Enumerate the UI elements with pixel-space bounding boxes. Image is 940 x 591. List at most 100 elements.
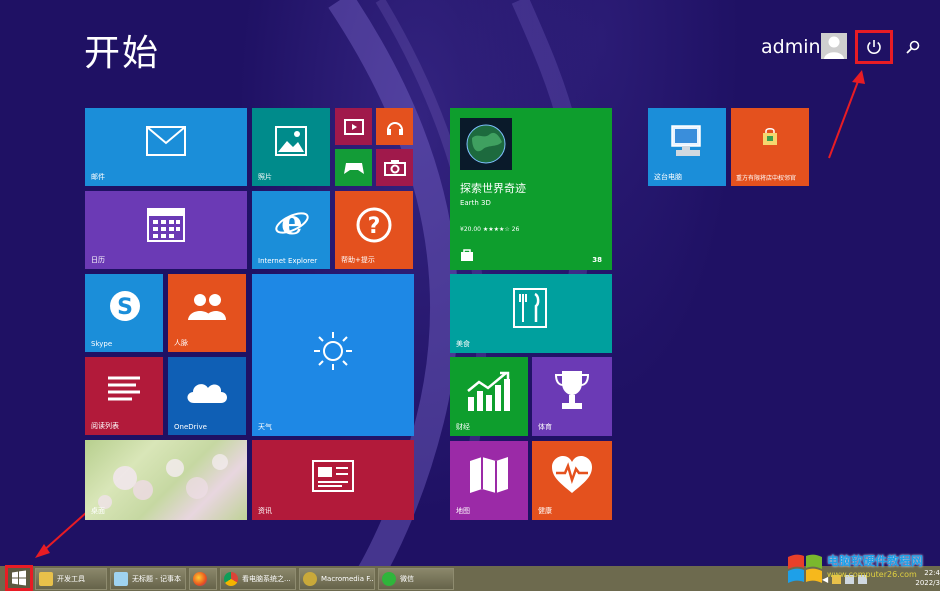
tile-label: 人脉 — [174, 339, 188, 347]
taskbar-item-firefox[interactable] — [189, 568, 217, 590]
internet-explorer-icon: e — [275, 205, 309, 241]
firefox-icon — [193, 572, 207, 586]
desktop-wallpaper-image — [98, 454, 228, 509]
svg-text:S: S — [117, 295, 133, 320]
windows-logo-icon — [12, 570, 26, 586]
macromedia-icon — [303, 572, 317, 586]
power-button[interactable] — [855, 30, 893, 64]
taskbar-item-label: 无标题 - 记事本 — [132, 575, 181, 583]
taskbar-item-dev-tools[interactable]: 开发工具 — [35, 568, 107, 590]
tile-sports[interactable]: 体育 — [532, 357, 612, 436]
taskbar-item-label: 看电脑系统之... — [242, 575, 291, 583]
tile-label: 照片 — [258, 173, 272, 181]
watermark-windows-logo — [788, 554, 822, 583]
tile-finance[interactable]: 财经 — [450, 357, 528, 436]
svg-text:e: e — [281, 205, 303, 241]
tile-news[interactable]: 资讯 — [252, 440, 414, 520]
tile-label: 日历 — [91, 256, 105, 264]
heart-icon — [552, 456, 592, 493]
help-icon: ? — [356, 207, 392, 243]
tile-label: 体育 — [538, 423, 552, 431]
tile-label: 资讯 — [258, 507, 272, 515]
tile-ie[interactable]: e Internet Explorer — [252, 191, 330, 269]
tile-desktop[interactable]: 桌面 — [85, 440, 247, 520]
user-name[interactable]: admin — [761, 36, 821, 58]
tile-games[interactable] — [335, 149, 372, 186]
headphones-icon — [386, 121, 403, 135]
tile-calendar[interactable]: 日历 — [85, 191, 247, 269]
tile-label: 美食 — [456, 340, 470, 348]
camera-icon — [383, 159, 406, 176]
tile-label: 天气 — [258, 423, 272, 431]
tile-food[interactable]: 美食 — [450, 274, 612, 353]
tile-label: 地图 — [456, 507, 470, 515]
tile-people[interactable]: 人脉 — [168, 274, 246, 352]
clock-date: 2022/3 — [915, 579, 940, 587]
tile-label: 邮件 — [91, 173, 105, 181]
tile-label: Skype — [91, 340, 113, 348]
search-icon — [906, 40, 920, 54]
store-icon — [461, 249, 473, 261]
people-icon — [188, 294, 226, 320]
taskbar-item-label: 微信 — [400, 575, 414, 583]
tile-earth3d[interactable]: 探索世界奇迹 Earth 3D ¥20.00 ★★★★☆ 26 38 — [450, 108, 612, 270]
tile-this-pc[interactable]: 这台电脑 — [648, 108, 726, 186]
tile-mail[interactable]: 邮件 — [85, 108, 247, 186]
start-screen: 开始 admin 邮件 照片 日历 e Internet Explorer ? … — [0, 0, 940, 591]
taskbar-item-chrome[interactable]: 看电脑系统之... — [220, 568, 296, 590]
tile-weather[interactable]: 天气 — [252, 274, 414, 436]
clock[interactable]: 22:4 2022/3 — [904, 568, 940, 588]
taskbar-item-notepad[interactable]: 无标题 - 记事本 — [110, 568, 186, 590]
tile-onedrive[interactable]: OneDrive — [168, 357, 246, 435]
svg-text:?: ? — [368, 214, 381, 239]
taskbar-item-label: Macromedia F... — [321, 575, 375, 583]
chrome-icon — [224, 572, 238, 586]
food-icon — [513, 288, 547, 328]
avatar[interactable] — [821, 33, 847, 59]
sun-icon — [314, 332, 352, 370]
mail-icon — [146, 126, 186, 156]
tile-label: 帮助+提示 — [341, 256, 375, 264]
tile-skype[interactable]: S Skype — [85, 274, 163, 352]
watermark-title: 电脑软硬件教程网 — [827, 554, 924, 568]
map-icon — [470, 457, 508, 493]
tile-label: 财经 — [456, 423, 470, 431]
tile-photos[interactable]: 照片 — [252, 108, 330, 186]
tile-camera[interactable] — [376, 149, 413, 186]
calendar-icon — [147, 208, 185, 242]
earth-app-icon — [460, 118, 512, 170]
earth3d-app-name: Earth 3D — [460, 199, 491, 207]
user-icon — [821, 33, 847, 59]
tile-music[interactable] — [376, 108, 413, 145]
folder-icon — [39, 572, 53, 586]
reading-list-icon — [108, 376, 140, 401]
tile-health[interactable]: 健康 — [532, 441, 612, 520]
tile-help[interactable]: ? 帮助+提示 — [335, 191, 413, 269]
taskbar-item-macromedia[interactable]: Macromedia F... — [299, 568, 375, 590]
earth3d-rating: ¥20.00 ★★★★☆ 26 — [460, 226, 520, 233]
tile-label: 桌面 — [91, 507, 105, 515]
power-icon — [867, 40, 881, 54]
tile-label: 健康 — [538, 507, 552, 515]
wechat-icon — [382, 572, 396, 586]
taskbar-item-wechat[interactable]: 微信 — [378, 568, 454, 590]
shop-bag-icon — [763, 128, 777, 145]
finance-chart-icon — [467, 371, 510, 411]
tile-maps[interactable]: 地图 — [450, 441, 528, 520]
tile-label: 阅读列表 — [91, 422, 119, 430]
gamepad-icon — [343, 162, 364, 174]
cloud-icon — [187, 384, 227, 403]
start-button[interactable] — [5, 565, 33, 591]
earth3d-title: 探索世界奇迹 — [460, 182, 526, 195]
skype-icon: S — [110, 291, 140, 321]
search-button[interactable] — [903, 37, 923, 57]
tile-video[interactable] — [335, 108, 372, 145]
tile-store-app[interactable]: 重方有限将店中权邻官 — [731, 108, 809, 186]
page-title: 开始 — [84, 33, 161, 74]
computer-icon — [671, 125, 701, 156]
tile-reading-list[interactable]: 阅读列表 — [85, 357, 163, 435]
tile-label: OneDrive — [174, 423, 207, 431]
earth3d-badge: 38 — [592, 256, 602, 264]
tile-label: 这台电脑 — [654, 173, 682, 181]
photo-icon — [275, 126, 307, 156]
